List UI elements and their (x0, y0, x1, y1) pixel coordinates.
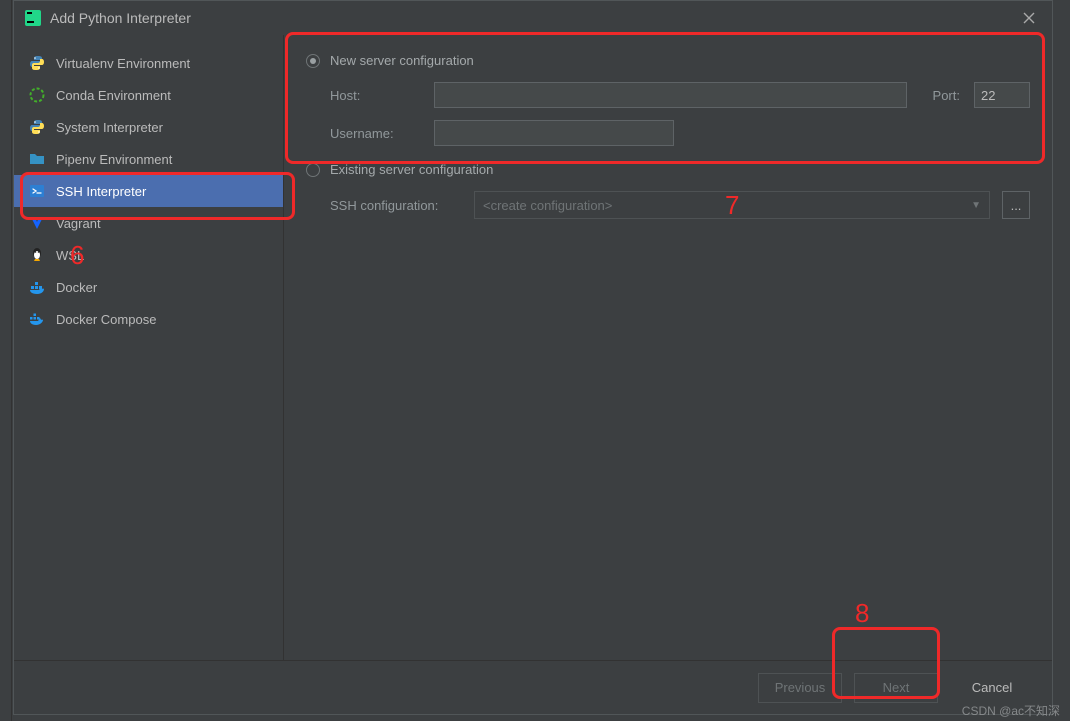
existing-server-radio-row: Existing server configuration (306, 162, 1030, 177)
ssh-config-label: SSH configuration: (330, 198, 462, 213)
conda-icon (28, 86, 46, 104)
pycharm-icon (24, 9, 42, 27)
sidebar: Virtualenv Environment Conda Environment… (14, 35, 284, 660)
sidebar-item-wsl[interactable]: WSL (14, 239, 283, 271)
ssh-config-selected-value: <create configuration> (483, 198, 612, 213)
sidebar-item-label: Docker Compose (56, 312, 156, 327)
sidebar-item-label: Docker (56, 280, 97, 295)
host-label: Host: (330, 88, 420, 103)
dialog-footer: Previous Next Cancel (14, 660, 1052, 714)
ssh-config-select[interactable]: <create configuration> ▼ (474, 191, 990, 219)
radio-existing-server[interactable] (306, 163, 320, 177)
ssh-config-browse-button[interactable]: ... (1002, 191, 1030, 219)
port-input[interactable] (974, 82, 1030, 108)
cancel-button-label: Cancel (972, 680, 1012, 695)
linux-icon (28, 246, 46, 264)
python-icon (28, 118, 46, 136)
port-label: Port: (933, 88, 960, 103)
username-row: Username: (330, 120, 1030, 146)
radio-new-server[interactable] (306, 54, 320, 68)
next-button[interactable]: Next (854, 673, 938, 703)
sidebar-item-docker-compose[interactable]: Docker Compose (14, 303, 283, 335)
next-button-label: Next (883, 680, 910, 695)
sidebar-item-label: SSH Interpreter (56, 184, 146, 199)
sidebar-item-conda[interactable]: Conda Environment (14, 79, 283, 111)
previous-button-label: Previous (775, 680, 826, 695)
previous-button: Previous (758, 673, 842, 703)
titlebar: Add Python Interpreter (14, 1, 1052, 35)
sidebar-item-vagrant[interactable]: Vagrant (14, 207, 283, 239)
docker-compose-icon (28, 310, 46, 328)
vagrant-icon (28, 214, 46, 232)
close-button[interactable] (1016, 5, 1042, 31)
python-icon (28, 54, 46, 72)
cancel-button[interactable]: Cancel (950, 673, 1034, 703)
username-label: Username: (330, 126, 420, 141)
sidebar-item-docker[interactable]: Docker (14, 271, 283, 303)
ide-left-gutter (0, 0, 12, 721)
sidebar-item-label: Virtualenv Environment (56, 56, 190, 71)
username-input[interactable] (434, 120, 674, 146)
sidebar-item-label: WSL (56, 248, 84, 263)
sidebar-item-label: Vagrant (56, 216, 101, 231)
ssh-icon (28, 182, 46, 200)
host-row: Host: Port: (330, 82, 1030, 108)
docker-icon (28, 278, 46, 296)
sidebar-item-system[interactable]: System Interpreter (14, 111, 283, 143)
sidebar-item-label: Conda Environment (56, 88, 171, 103)
sidebar-item-virtualenv[interactable]: Virtualenv Environment (14, 47, 283, 79)
radio-existing-server-label[interactable]: Existing server configuration (330, 162, 493, 177)
sidebar-item-label: Pipenv Environment (56, 152, 172, 167)
ellipsis-label: ... (1011, 198, 1022, 213)
host-input[interactable] (434, 82, 907, 108)
sidebar-item-pipenv[interactable]: Pipenv Environment (14, 143, 283, 175)
radio-new-server-label[interactable]: New server configuration (330, 53, 474, 68)
ssh-config-row: SSH configuration: <create configuration… (330, 191, 1030, 219)
dialog-body: Virtualenv Environment Conda Environment… (14, 35, 1052, 660)
add-interpreter-dialog: Add Python Interpreter Virtualenv Enviro… (13, 0, 1053, 715)
folder-icon (28, 150, 46, 168)
chevron-down-icon: ▼ (971, 200, 981, 211)
dialog-title: Add Python Interpreter (50, 10, 1008, 26)
main-panel: New server configuration Host: Port: Use… (284, 35, 1052, 660)
new-server-radio-row: New server configuration (306, 53, 1030, 68)
sidebar-item-label: System Interpreter (56, 120, 163, 135)
sidebar-item-ssh[interactable]: SSH Interpreter (14, 175, 283, 207)
